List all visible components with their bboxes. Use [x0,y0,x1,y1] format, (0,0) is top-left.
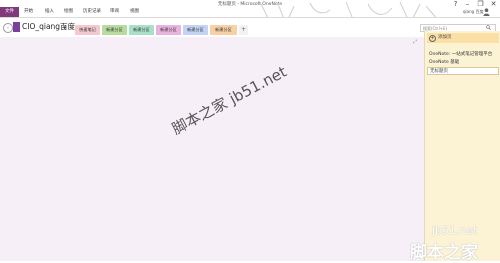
tab-insert[interactable]: 插入 [45,7,54,17]
section-tab[interactable]: 新建分区 [156,25,181,35]
expand-icon[interactable]: ⤢ [413,39,417,45]
page-list-item[interactable]: OneNote 基础 [429,59,459,66]
add-page-button[interactable]: + 添加页 [427,33,499,43]
tab-home[interactable]: 开始 [24,7,33,17]
user-icon[interactable] [483,8,490,16]
section-tab[interactable]: 新建分区 [210,25,237,35]
tab-file[interactable]: 文件 [0,7,19,17]
tab-draw[interactable]: 绘图 [64,7,73,17]
page-list-item-selected[interactable]: 无标题页 [427,67,499,75]
search-icon[interactable] [486,25,491,30]
user-name[interactable]: qiang 百度 [463,7,483,17]
plus-icon: + [429,35,436,42]
page-list-item[interactable]: OneNote: 一站式笔记管理平台 [429,51,492,58]
notebook-name[interactable]: CIO_qiang百度 [22,21,75,33]
tab-review[interactable]: 审阅 [110,7,119,17]
section-tab[interactable]: 新建分区 [183,25,208,35]
tab-view[interactable]: 视图 [130,7,139,17]
tab-history[interactable]: 历史记录 [83,7,101,17]
chevron-down-icon[interactable]: ▼ [63,25,66,30]
watermark-site: jb51.net [432,224,478,237]
back-icon[interactable]: ‹ [3,23,13,33]
page-canvas[interactable]: ⤢ [0,37,424,261]
section-tab[interactable]: 新建分区 [102,25,127,35]
section-tab-quick-notes[interactable]: 快速笔记 [75,25,100,35]
ribbon-tab-bar: 文件 开始 插入 绘图 历史记录 审阅 视图 qiang 百度 [0,7,500,17]
section-tab[interactable]: 新建分区 [129,25,154,35]
add-page-label: 添加页 [438,35,452,40]
notebook-icon [13,22,20,32]
add-section-button[interactable]: + [239,25,248,35]
watermark-name: 脚本之家 [410,243,478,263]
